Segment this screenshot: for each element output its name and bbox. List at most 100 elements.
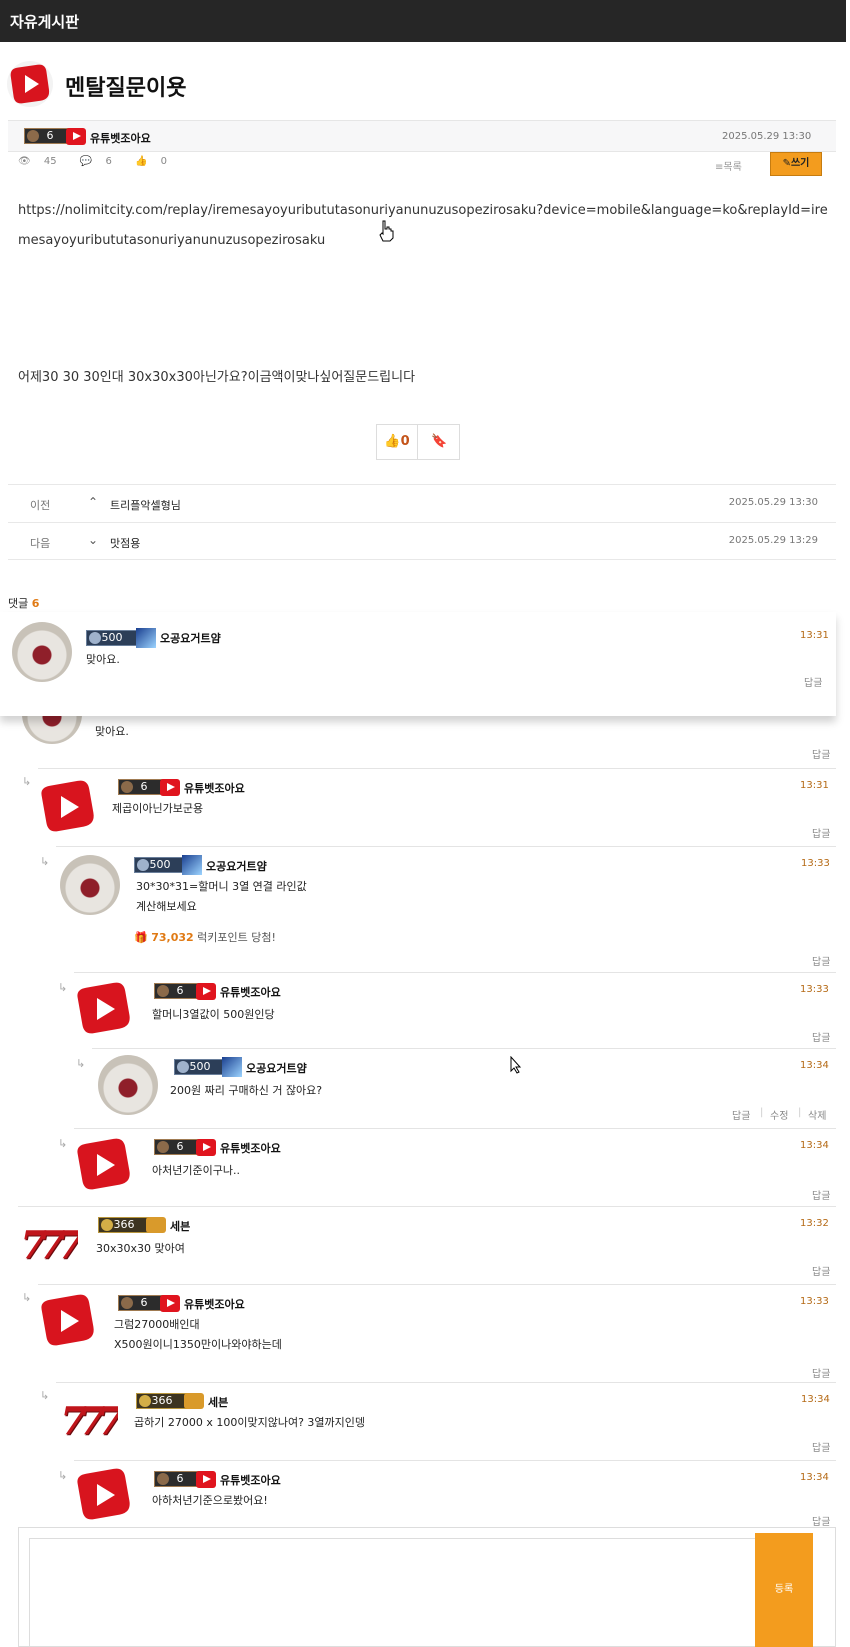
avatar xyxy=(74,1465,134,1525)
page-edge xyxy=(846,0,850,1647)
comment-time: 13:31 xyxy=(800,780,829,791)
comment-time: 13:34 xyxy=(800,1140,829,1151)
comment-text: 맞아요. xyxy=(86,653,120,666)
comment-time: 13:34 xyxy=(800,1060,829,1071)
youtube-badge-icon xyxy=(160,1295,180,1312)
avatar xyxy=(74,1135,134,1195)
level-badge: 500 xyxy=(174,1059,226,1075)
next-post-row[interactable]: 다음 ⌄ 맛점용 2025.05.29 13:29 xyxy=(8,522,836,560)
reply-button[interactable]: 답글 xyxy=(812,1439,830,1454)
reply-arrow-icon: ↳ xyxy=(22,775,32,788)
comment-nickname[interactable]: 세븐 xyxy=(170,1218,190,1234)
comment-time: 13:33 xyxy=(800,1296,829,1307)
bookmark-button[interactable]: 🔖 xyxy=(419,425,460,459)
divider: | xyxy=(760,1107,764,1118)
post-body: 어제30 30 30인대 30x30x30아닌가요?이금액이맞나싶어질문드립니다 xyxy=(18,370,416,385)
comment-nickname[interactable]: 유튜벳조아요 xyxy=(220,1140,281,1156)
chevron-down-icon: ⌄ xyxy=(88,533,99,547)
thumbs-up-icon: 👍 xyxy=(384,434,401,449)
comment-text-line-2: 계산해보세요 xyxy=(136,900,197,913)
edit-button[interactable]: 수정 xyxy=(770,1107,788,1122)
post-author-nickname[interactable]: 유튜벳조아요 xyxy=(90,130,151,146)
comment-time: 13:34 xyxy=(801,1394,830,1405)
reply-button[interactable]: 답글 xyxy=(812,1263,830,1278)
comment-icon: 💬 xyxy=(79,156,93,167)
delete-button[interactable]: 삭제 xyxy=(808,1107,826,1122)
reply-button[interactable]: 답글 xyxy=(812,953,830,968)
comment-time: 13:34 xyxy=(800,1472,829,1483)
comment-item: ↳ 777 366 세븐 13:34 곱하기 27000 x 100이맞지않나여… xyxy=(40,1382,836,1460)
comment-nickname[interactable]: 유튜벳조아요 xyxy=(184,1296,245,1312)
sticky-comment-preview: 500 오공요거트얌 13:31 맞아요. 답글 xyxy=(0,612,836,716)
comment-nickname[interactable]: 오공요거트얌 xyxy=(246,1060,307,1076)
youtube-badge-icon xyxy=(196,1139,216,1156)
reply-arrow-icon: ↳ xyxy=(40,1389,50,1402)
reply-button[interactable]: 답글 xyxy=(804,674,822,689)
like-button[interactable]: 👍0 xyxy=(377,425,418,459)
comment-text: 아하처년기준으로봤어요! xyxy=(152,1494,268,1507)
rank-badge-icon xyxy=(182,855,202,875)
prev-post-date: 2025.05.29 13:30 xyxy=(728,497,818,508)
list-button[interactable]: ≡목록 xyxy=(715,158,742,173)
avatar: 777 xyxy=(20,1222,78,1267)
comment-item: ↳ 6 유튜벳조아요 13:31 제곱이아닌가보군용 답글 xyxy=(22,768,836,846)
comment-item: ↳ 6 유튜벳조아요 13:33 할머니3열값이 500원인당 답글 xyxy=(58,972,836,1048)
comment-text-line-1: 그럼27000배인대 xyxy=(114,1318,200,1331)
prev-post-row[interactable]: 이전 ⌃ 트리플악셀형님 2025.05.29 13:30 xyxy=(8,484,836,522)
prev-post-title[interactable]: 트리플악셀형님 xyxy=(110,497,181,513)
comment-nickname[interactable]: 유튜벳조아요 xyxy=(220,1472,281,1488)
rank-badge-icon xyxy=(222,1057,242,1077)
bookmark-icon: 🔖 xyxy=(431,434,448,449)
divider: | xyxy=(798,1107,802,1118)
comment-text: 곱하기 27000 x 100이맞지않나여? 3열까지인뎅 xyxy=(134,1416,366,1429)
submit-comment-button[interactable]: 등록 xyxy=(755,1533,813,1647)
rank-badge-icon xyxy=(136,628,156,648)
comment-editor xyxy=(18,1527,836,1647)
prev-label: 이전 xyxy=(30,499,51,512)
comment-time: 13:33 xyxy=(800,984,829,995)
comments-header: 댓글 6 xyxy=(8,597,40,610)
avatar: 777 xyxy=(60,1398,118,1443)
comment-time: 13:31 xyxy=(800,630,829,641)
comment-text-line-2: X500원이니1350만이나와야하는데 xyxy=(114,1338,282,1351)
reply-button[interactable]: 답글 xyxy=(732,1107,750,1122)
reply-button[interactable]: 답글 xyxy=(812,825,830,840)
next-post-title[interactable]: 맛점용 xyxy=(110,535,140,551)
comment-text: 아처년기준이구나.. xyxy=(152,1164,240,1177)
avatar xyxy=(12,622,72,682)
level-badge: 500 xyxy=(86,630,138,646)
reply-arrow-icon: ↳ xyxy=(22,1291,32,1304)
comment-nickname[interactable]: 유튜벳조아요 xyxy=(184,780,245,796)
comment-item: 777 366 세븐 13:32 30x30x30 맞아여 답글 xyxy=(18,1206,836,1284)
rank-badge-icon xyxy=(146,1217,166,1233)
reply-button[interactable]: 답글 xyxy=(812,1365,830,1380)
comment-item: ↳ 6 유튜벳조아요 13:33 그럼27000배인대 X500원이니1350만… xyxy=(22,1284,836,1382)
comment-text: 30x30x30 맞아여 xyxy=(96,1242,185,1255)
arrow-cursor-icon xyxy=(510,1056,522,1074)
comment-nickname[interactable]: 세븐 xyxy=(208,1394,228,1410)
write-button[interactable]: ✎쓰기 xyxy=(770,152,822,176)
avatar xyxy=(60,855,120,915)
reply-button[interactable]: 답글 xyxy=(812,1513,830,1528)
thumbs-up-icon: 👍 xyxy=(135,156,148,167)
level-badge: 366 xyxy=(98,1217,150,1233)
comment-nickname[interactable]: 유튜벳조아요 xyxy=(220,984,281,1000)
reply-button[interactable]: 답글 xyxy=(812,746,830,761)
comment-time: 13:32 xyxy=(800,1218,829,1229)
avatar xyxy=(98,1055,158,1115)
comment-nickname[interactable]: 오공요거트얌 xyxy=(160,630,221,646)
post-header: 멘탈질문이욧 xyxy=(0,42,836,120)
hand-cursor-icon xyxy=(379,220,394,242)
comment-nickname[interactable]: 오공요거트얌 xyxy=(206,858,267,874)
reply-button[interactable]: 답글 xyxy=(812,1029,830,1044)
reply-button[interactable]: 답글 xyxy=(812,1187,830,1202)
comment-text: 200원 짜리 구매하신 거 잖아요? xyxy=(170,1084,323,1097)
gift-icon: 🎁 xyxy=(134,931,148,944)
comment-item: ↳ 6 유튜벳조아요 13:34 아하처년기준으로봤어요! 답글 xyxy=(58,1460,836,1528)
reply-arrow-icon: ↳ xyxy=(58,1469,68,1482)
avatar xyxy=(38,777,98,837)
next-label: 다음 xyxy=(30,537,51,550)
post-url-link[interactable]: https://nolimitcity.com/replay/iremesayo… xyxy=(18,196,828,256)
pencil-icon: ✎ xyxy=(782,158,791,169)
comment-textarea[interactable] xyxy=(29,1538,765,1647)
